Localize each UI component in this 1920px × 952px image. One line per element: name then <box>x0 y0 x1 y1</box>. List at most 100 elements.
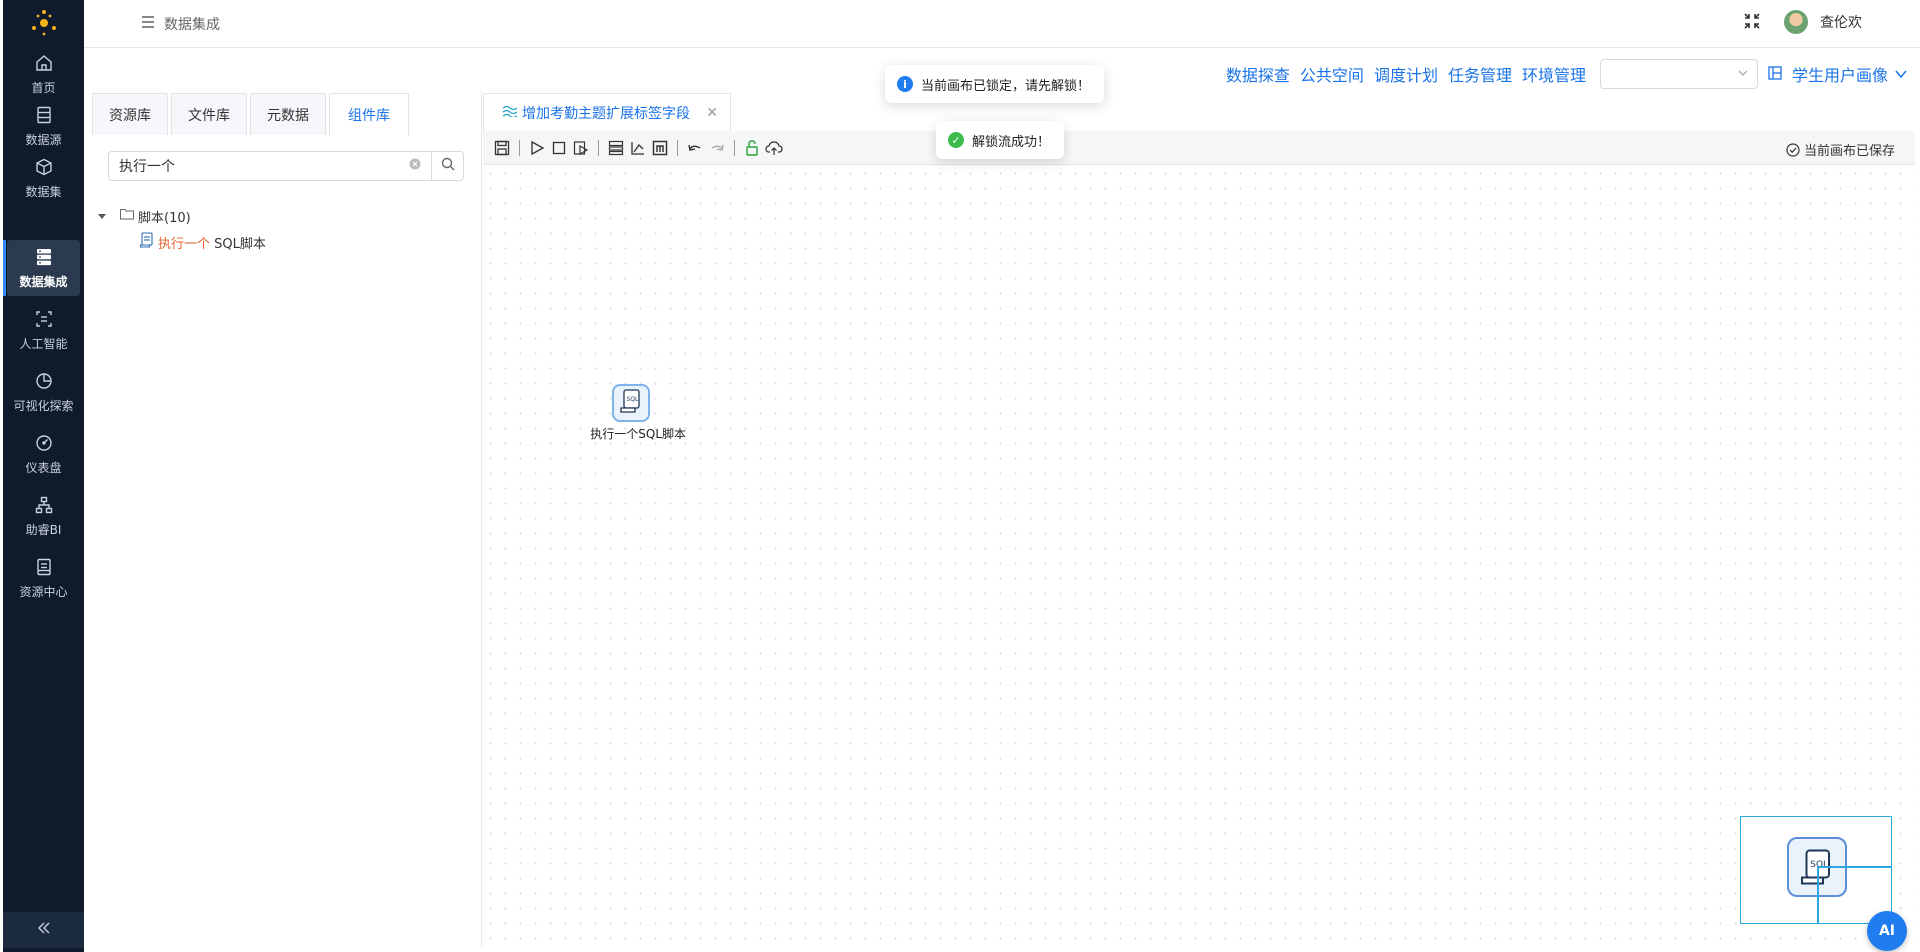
workspace-select[interactable] <box>1599 59 1758 89</box>
tab-resource-library[interactable]: 资源库 <box>92 93 168 135</box>
search-icon <box>441 157 455 175</box>
tree-item-sql-script[interactable]: 执行一个 SQL脚本 <box>139 229 266 255</box>
link-data-explore[interactable]: 数据探查 <box>1226 62 1290 86</box>
layout-icon[interactable] <box>607 139 625 157</box>
top-links: 数据探查 公共空间 调度计划 任务管理 环境管理 学生用户画像 <box>1216 58 1908 90</box>
search-input-value: 执行一个 <box>119 159 175 175</box>
caret-down-icon[interactable] <box>98 209 106 224</box>
panel-tabs: 资源库 文件库 元数据 组件库 <box>92 93 412 135</box>
tab-workflow[interactable]: 增加考勤主题扩展标签字段 ✕ <box>483 93 731 131</box>
sidebar-item-data-integration[interactable]: 数据集成 <box>3 240 80 296</box>
ai-scan-icon <box>34 309 54 329</box>
chart-icon[interactable] <box>629 139 647 157</box>
username[interactable]: 查伦欢 <box>1820 12 1862 32</box>
collapse-sidebar-button[interactable] <box>3 912 84 948</box>
link-env-management[interactable]: 环境管理 <box>1522 62 1586 86</box>
cube-icon <box>34 157 54 177</box>
sidebar-item-resource-center[interactable]: 资源中心 <box>7 550 80 606</box>
sidebar: 首页 数据源 数据集 数据集成 人工智能 可视化探索 仪表盘 助睿BI 资源中心 <box>3 0 84 952</box>
tree-folder[interactable]: 脚本(10) <box>98 203 266 229</box>
run-step-icon[interactable] <box>572 139 590 157</box>
logo-icon[interactable] <box>3 6 84 40</box>
minimap[interactable]: SQL <box>1740 816 1892 924</box>
svg-text:SQL: SQL <box>627 396 640 403</box>
fullscreen-icon[interactable] <box>1744 13 1762 31</box>
sidebar-item-dashboard[interactable]: 仪表盘 <box>7 426 80 482</box>
workflow-icon <box>502 105 518 121</box>
undo-icon[interactable] <box>686 139 704 157</box>
save-icon[interactable] <box>493 139 511 157</box>
saved-status-text: 当前画布已保存 <box>1803 144 1895 159</box>
run-icon[interactable] <box>528 139 546 157</box>
canvas-node-sql-script[interactable]: SQL <box>612 384 650 422</box>
sidebar-item-home[interactable]: 首页 <box>7 46 80 102</box>
pie-chart-icon <box>34 371 54 391</box>
search-button[interactable] <box>432 151 464 181</box>
gauge-icon <box>34 433 54 453</box>
sidebar-item-ai[interactable]: 人工智能 <box>7 302 80 358</box>
folder-icon <box>120 208 134 224</box>
component-search: 执行一个 <box>108 151 464 181</box>
project-name: 学生用户画像 <box>1791 66 1888 85</box>
top-header: 数据集成 查伦欢 <box>84 0 1920 48</box>
sql-script-icon: SQL <box>620 389 642 417</box>
sidebar-item-label: 资源中心 <box>19 584 68 599</box>
tree-folder-label: 脚本(10) <box>138 210 191 226</box>
sidebar-item-datasource[interactable]: 数据源 <box>7 98 80 154</box>
check-circle-icon: ✓ <box>948 132 964 148</box>
link-task-management[interactable]: 任务管理 <box>1448 62 1512 86</box>
stop-icon[interactable] <box>550 139 568 157</box>
sidebar-item-label: 首页 <box>31 80 56 95</box>
link-public-space[interactable]: 公共空间 <box>1300 62 1364 86</box>
check-circle-icon <box>1786 142 1800 157</box>
tab-component-library[interactable]: 组件库 <box>329 93 409 135</box>
tree-item-highlight: 执行一个 <box>158 236 211 252</box>
tab-title: 增加考勤主题扩展标签字段 <box>522 105 690 122</box>
project-selector[interactable]: 学生用户画像 <box>1768 62 1908 86</box>
toast-unlock-success: ✓ 解锁流成功！ <box>936 121 1065 159</box>
breadcrumb: 数据集成 <box>142 14 220 34</box>
info-icon: i <box>897 76 913 92</box>
redo-icon[interactable] <box>708 139 726 157</box>
toast-message: 当前画布已锁定，请先解锁！ <box>921 78 1091 94</box>
sql-script-icon <box>139 232 154 252</box>
server-icon <box>34 247 54 267</box>
link-schedule[interactable]: 调度计划 <box>1374 62 1438 86</box>
sidebar-item-label: 助睿BI <box>25 522 62 537</box>
chevron-down-icon <box>1737 67 1749 83</box>
tab-metadata[interactable]: 元数据 <box>250 93 326 135</box>
sidebar-item-bi[interactable]: 助睿BI <box>7 488 80 544</box>
svg-text:SQL: SQL <box>1810 860 1828 870</box>
sidebar-item-dataset[interactable]: 数据集 <box>7 150 80 206</box>
database-icon <box>34 105 54 125</box>
sidebar-item-label: 数据源 <box>25 132 62 147</box>
workflow-editor: 增加考勤主题扩展标签字段 ✕ 当前画布已保存 SQL 执行一个SQL脚本 SQL… <box>483 93 1915 951</box>
home-icon <box>34 53 54 73</box>
toast-message: 解锁流成功！ <box>972 134 1051 150</box>
chevron-down-icon <box>1894 65 1908 84</box>
clear-icon[interactable] <box>409 158 421 174</box>
sidebar-item-label: 仪表盘 <box>25 460 62 475</box>
upload-cloud-icon[interactable] <box>765 139 783 157</box>
avatar[interactable] <box>1784 10 1808 34</box>
sidebar-item-visual-explore[interactable]: 可视化探索 <box>7 364 80 420</box>
ai-assistant-button[interactable]: AI <box>1867 911 1907 951</box>
menu-icon[interactable] <box>142 15 154 33</box>
saved-status: 当前画布已保存 <box>1786 140 1895 159</box>
breadcrumb-current: 数据集成 <box>164 17 220 33</box>
canvas-node-label: 执行一个SQL脚本 <box>590 427 687 441</box>
workflow-canvas[interactable]: SQL 执行一个SQL脚本 SQL AI <box>483 166 1915 951</box>
search-input[interactable]: 执行一个 <box>108 151 432 181</box>
layout-icon <box>1768 65 1782 84</box>
unlock-icon[interactable] <box>743 139 761 157</box>
toast-canvas-locked: i 当前画布已锁定，请先解锁！ <box>885 65 1105 103</box>
tree-item-label: SQL脚本 <box>210 236 266 252</box>
sidebar-item-label: 人工智能 <box>19 336 68 351</box>
tab-file-library[interactable]: 文件库 <box>171 93 247 135</box>
component-panel: 资源库 文件库 元数据 组件库 执行一个 脚本(10) 执行一个 SQL脚本 <box>84 91 482 946</box>
format-icon[interactable] <box>651 139 669 157</box>
close-icon[interactable]: ✕ <box>706 105 718 121</box>
canvas-toolbar: 当前画布已保存 <box>483 131 1915 165</box>
double-chevron-left-icon <box>37 922 51 938</box>
sidebar-item-label: 数据集成 <box>19 274 68 289</box>
